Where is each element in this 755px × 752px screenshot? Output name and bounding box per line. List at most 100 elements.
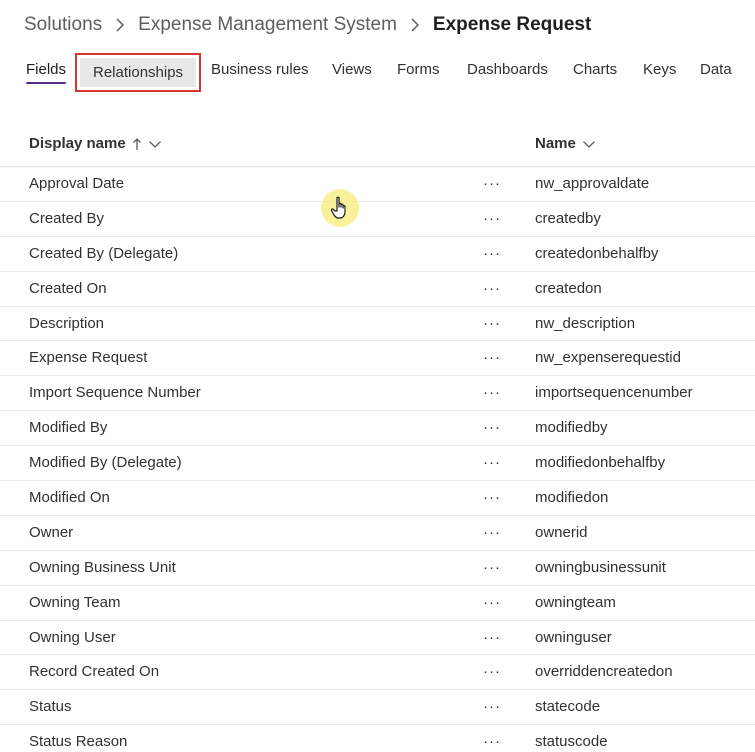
- table-row[interactable]: Expense Request ··· nw_expenserequestid: [0, 341, 755, 377]
- tab-label: Fields: [26, 61, 67, 78]
- display-name-cell: Modified On: [29, 489, 110, 507]
- table-row[interactable]: Created On ··· createdon: [0, 272, 755, 307]
- more-icon[interactable]: ···: [483, 272, 501, 306]
- logical-name-cell: nw_description: [535, 314, 636, 332]
- table-row[interactable]: Record Created On ··· overriddencreatedon: [0, 655, 755, 691]
- tab-keys[interactable]: Keys: [643, 52, 676, 92]
- table-row[interactable]: Status ··· statecode: [0, 690, 755, 726]
- tab-charts[interactable]: Charts: [573, 52, 617, 92]
- display-name-cell: Created By (Delegate): [29, 244, 179, 262]
- tab-views[interactable]: Views: [332, 52, 372, 92]
- logical-name-cell: nw_approvaldate: [535, 175, 650, 192]
- more-icon[interactable]: ···: [483, 481, 501, 515]
- more-icon[interactable]: ···: [483, 551, 501, 585]
- logical-name-cell: modifiedonbehalfby: [535, 454, 666, 472]
- table-row[interactable]: Owning User ··· owninguser: [0, 621, 755, 656]
- tab-forms[interactable]: Forms: [397, 52, 440, 92]
- tab-business-rules[interactable]: Business rules: [211, 52, 309, 92]
- tab-label: Views: [332, 61, 372, 78]
- logical-name-cell: ownerid: [535, 523, 588, 541]
- chevron-down-icon[interactable]: [582, 139, 596, 149]
- logical-name-cell: modifiedby: [535, 419, 608, 437]
- more-icon[interactable]: ···: [483, 690, 501, 724]
- logical-name-cell: statuscode: [535, 733, 608, 751]
- page: Solutions Expense Management System Expe…: [0, 0, 755, 752]
- more-icon[interactable]: ···: [483, 655, 501, 689]
- more-icon[interactable]: ···: [483, 411, 501, 445]
- page-title: Expense Request: [432, 14, 592, 35]
- more-icon[interactable]: ···: [483, 621, 501, 655]
- more-icon[interactable]: ···: [483, 516, 501, 550]
- table-header: Display name Name: [0, 121, 755, 167]
- tab-fields[interactable]: Fields: [26, 52, 67, 92]
- logical-name-cell: modifiedon: [535, 489, 609, 507]
- display-name-cell: Description: [29, 314, 105, 332]
- table-row[interactable]: Created By (Delegate) ··· createdonbehalfb…: [0, 237, 755, 272]
- logical-name-cell: importsequencenumber: [535, 384, 693, 402]
- display-name-cell: Created By: [29, 209, 105, 227]
- table-row[interactable]: Modified By ··· modifiedby: [0, 411, 755, 447]
- table-body: Approval Date ··· nw_approvaldate Created B…: [0, 167, 755, 752]
- display-name-cell: Owning Business Unit: [29, 558, 176, 576]
- logical-name-cell: nw_expenserequestid: [535, 349, 681, 367]
- logical-name-cell: createdonbehalfby: [535, 244, 659, 262]
- tab-label: Charts: [573, 61, 618, 78]
- chevron-right-icon: [410, 18, 420, 32]
- more-icon[interactable]: ···: [483, 167, 501, 201]
- more-icon[interactable]: ···: [483, 586, 501, 620]
- display-name-cell: Import Sequence Number: [29, 384, 201, 402]
- column-header-name[interactable]: Name: [535, 121, 596, 167]
- column-header-label: Name: [535, 135, 576, 152]
- tab-label: Dashboards: [467, 61, 548, 78]
- more-icon[interactable]: ···: [483, 307, 501, 341]
- tab-relationships[interactable]: Relationships: [75, 53, 202, 92]
- hand-pointer-icon: [330, 196, 346, 219]
- fields-table: Display name Name Approval Date ··· nw_app…: [0, 121, 755, 752]
- chevron-right-icon: [115, 18, 125, 32]
- display-name-cell: Expense Request: [29, 349, 148, 367]
- display-name-cell: Owning Team: [29, 593, 121, 611]
- logical-name-cell: createdon: [535, 279, 602, 297]
- tab-bar: Fields Relationships Business rules View…: [0, 52, 755, 92]
- column-header-display-name[interactable]: Display name: [29, 121, 162, 167]
- logical-name-cell: owningbusinessunit: [535, 558, 666, 576]
- table-row[interactable]: Import Sequence Number ··· importsequencen…: [0, 376, 755, 412]
- tab-data[interactable]: Data: [700, 52, 732, 92]
- breadcrumb-expense-management-system[interactable]: Expense Management System: [138, 14, 397, 36]
- display-name-cell: Approval Date: [29, 175, 125, 192]
- display-name-cell: Owning User: [29, 628, 116, 646]
- more-icon[interactable]: ···: [483, 202, 501, 236]
- display-name-cell: Status Reason: [29, 733, 128, 751]
- table-row[interactable]: Description ··· nw_description: [0, 307, 755, 342]
- logical-name-cell: createdby: [535, 209, 601, 227]
- chevron-down-icon[interactable]: [148, 139, 162, 149]
- table-row[interactable]: Created By ··· createdby: [0, 202, 755, 237]
- arrow-up-icon: [132, 137, 142, 151]
- display-name-cell: Created On: [29, 279, 107, 297]
- table-row[interactable]: Modified By (Delegate) ··· modifiedonbehal…: [0, 446, 755, 482]
- table-row[interactable]: Status Reason ··· statuscode: [0, 725, 755, 752]
- tab-label: Forms: [397, 61, 440, 78]
- more-icon[interactable]: ···: [483, 237, 501, 271]
- tab-label: Keys: [643, 61, 677, 78]
- logical-name-cell: owninguser: [535, 628, 612, 646]
- tab-label: Business rules: [211, 61, 309, 78]
- active-tab-indicator: [26, 82, 67, 84]
- display-name-cell: Record Created On: [29, 663, 160, 681]
- display-name-cell: Modified By: [29, 419, 108, 437]
- more-icon[interactable]: ···: [483, 376, 501, 410]
- table-row[interactable]: Owning Business Unit ··· owningbusinessuni…: [0, 551, 755, 586]
- display-name-cell: Owner: [29, 523, 74, 541]
- table-row[interactable]: Owning Team ··· owningteam: [0, 586, 755, 621]
- more-icon[interactable]: ···: [483, 341, 501, 375]
- more-icon[interactable]: ···: [483, 725, 501, 752]
- breadcrumb-solutions[interactable]: Solutions: [24, 14, 102, 36]
- table-row[interactable]: Modified On ··· modifiedon: [0, 481, 755, 516]
- table-row[interactable]: Owner ··· ownerid: [0, 516, 755, 551]
- column-header-label: Display name: [29, 135, 126, 152]
- more-icon[interactable]: ···: [483, 446, 501, 480]
- display-name-cell: Status: [29, 698, 72, 716]
- table-row[interactable]: Approval Date ··· nw_approvaldate: [0, 167, 755, 202]
- tab-dashboards[interactable]: Dashboards: [467, 52, 548, 92]
- logical-name-cell: owningteam: [535, 593, 616, 611]
